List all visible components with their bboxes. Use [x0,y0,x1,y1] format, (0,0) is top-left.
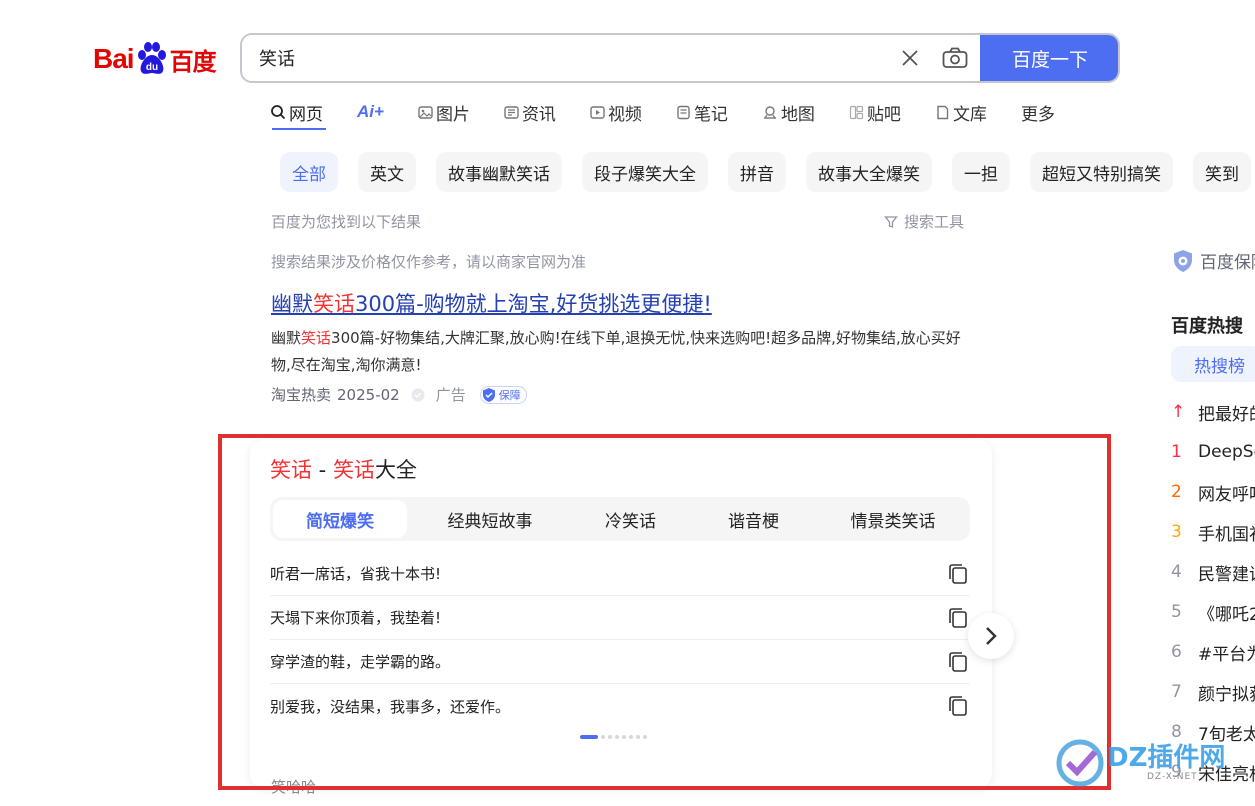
news-icon [504,105,519,119]
ad-title-link[interactable]: 幽默笑话300篇-购物就上淘宝,好货挑选更便捷! [271,288,712,318]
map-icon [763,105,776,119]
disclaimer: 搜索结果涉及价格仅作参考，请以商家官网为准 [271,253,587,271]
search-tools[interactable]: 搜索工具 [884,211,964,232]
hot-item[interactable]: 7颜宁拟获 [1170,672,1255,712]
tab-image[interactable]: 图片 [418,100,470,125]
tab-news[interactable]: 资讯 [504,100,556,125]
search-box: 百度一下 [240,33,1120,83]
hot-item[interactable]: ↑把最好的 [1170,392,1255,432]
search-icon [271,105,286,120]
hot-search-list: ↑把最好的 1DeepSe 2网友呼吁 3手机国补 4民警建议 5《哪吒2 6#… [1170,392,1255,792]
highlight-annotation-box [218,434,1111,790]
baidu-logo[interactable]: Bai du 百度 [93,36,223,82]
tieba-icon [849,105,864,119]
hot-item[interactable]: 6 #平台为 [1170,632,1255,672]
shield-check-icon [482,387,495,402]
tab-ai[interactable]: Ai+ [357,102,384,122]
chip-all[interactable]: 全部 [280,152,338,192]
hot-item[interactable]: 1DeepSe [1170,432,1255,472]
chip[interactable]: 拼音 [728,152,786,192]
chip[interactable]: 超短又特别搞笑 [1030,152,1173,192]
site-watermark: DZ插件网 DZ-X.NET [1055,738,1225,788]
ad-date: 2025-02 [337,385,400,404]
checkmark-logo-icon [1056,739,1104,787]
search-button[interactable]: 百度一下 [980,35,1118,81]
pin-icon: ↑ [1171,402,1186,422]
search-input[interactable] [242,35,890,81]
svg-text:du: du [145,62,157,73]
ad-description: 幽默笑话300篇-好物集结,大牌汇聚,放心购!在线下单,退换无忧,快来选购吧!超… [271,329,961,374]
filter-chips: 全部 英文 故事幽默笑话 段子爆笑大全 拼音 故事大全爆笑 一担 超短又特别搞笑… [280,152,1255,192]
active-tab-underline [272,128,326,130]
image-icon [418,105,433,119]
chip[interactable]: 段子爆笑大全 [582,152,708,192]
chip[interactable]: 一担 [952,152,1010,192]
chip[interactable]: 故事幽默笑话 [436,152,562,192]
tab-more[interactable]: 更多 [1021,100,1055,125]
tab-doc[interactable]: 文库 [935,100,987,125]
hot-item[interactable]: 2网友呼吁 [1170,472,1255,512]
paw-icon: du [135,42,169,76]
baidu-guarantee[interactable]: 百度保障 [1172,248,1255,273]
ai-icon: Ai+ [357,102,384,121]
tab-tieba[interactable]: 贴吧 [849,100,901,125]
chip[interactable]: 故事大全爆笑 [806,152,932,192]
video-icon [590,105,605,119]
result-info: 百度为您找到以下结果 [271,213,422,231]
ad-meta: 淘宝热卖 2025-02 广告 保障 [271,384,527,405]
tab-map[interactable]: 地图 [762,100,815,125]
hot-item[interactable]: 3手机国补 [1170,512,1255,552]
shield-icon [1174,249,1192,272]
tab-note[interactable]: 笔记 [676,100,728,125]
chip[interactable]: 笑到 [1193,152,1251,192]
filter-icon [884,215,898,228]
hot-item[interactable]: 5 《哪吒2 [1170,592,1255,632]
chip[interactable]: 英文 [358,152,416,192]
note-icon [677,105,690,119]
nav-tabs: 网页 Ai+ 图片 资讯 视频 笔记 地图 贴吧 文库 更多 [270,98,1089,126]
ad-source[interactable]: 淘宝热卖 [271,384,331,405]
hot-item[interactable]: 4民警建议 [1170,552,1255,592]
hot-search-title[interactable]: 百度热搜 [1171,312,1243,338]
doc-icon [937,105,949,119]
ad-label[interactable]: 广告 [436,384,466,405]
tab-hot-list[interactable]: 热搜榜 [1171,346,1255,382]
guarantee-badge[interactable]: 保障 [479,385,527,404]
check-circle-icon [411,388,425,401]
clear-icon[interactable] [890,35,930,81]
tab-video[interactable]: 视频 [590,100,642,125]
tab-web[interactable]: 网页 [270,100,323,125]
camera-icon[interactable] [930,35,980,81]
